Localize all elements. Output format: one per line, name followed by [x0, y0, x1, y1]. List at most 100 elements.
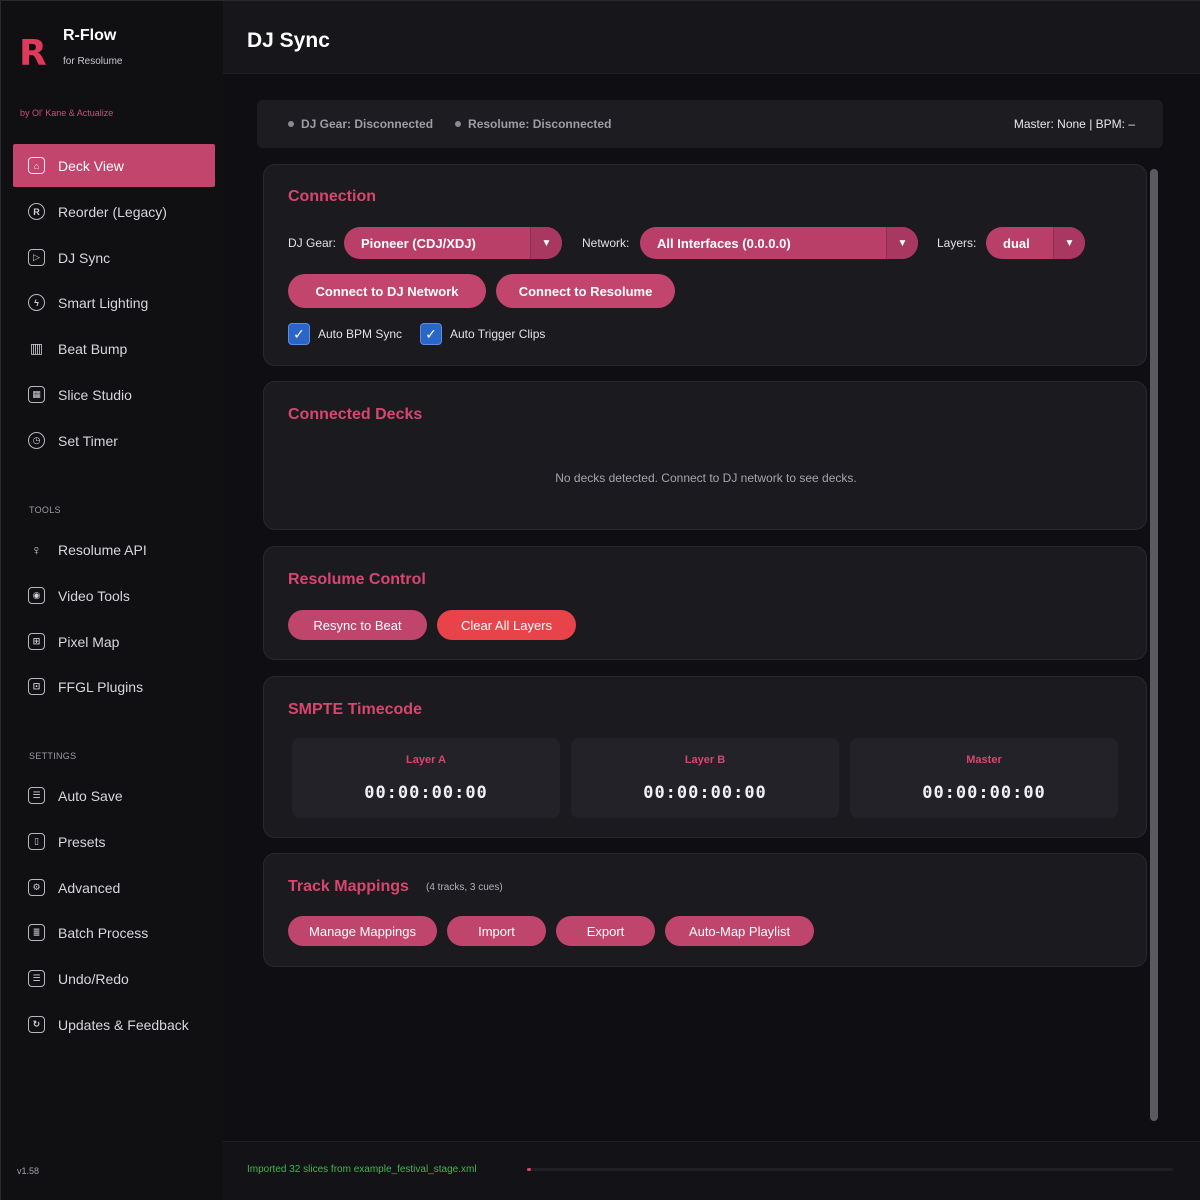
smpte-timecode-card: SMPTE Timecode Layer A 00:00:00:00 Layer… [263, 676, 1147, 838]
sidebar-item-auto-save[interactable]: ☰ Auto Save [13, 774, 215, 817]
resync-to-beat-button[interactable]: Resync to Beat [288, 610, 427, 640]
resolume-status-text: Resolume: Disconnected [468, 117, 612, 131]
sidebar-item-label: Video Tools [58, 587, 130, 604]
list-icon: ☰ [28, 970, 45, 987]
sidebar-item-label: Beat Bump [58, 340, 128, 357]
layers-select-value: dual [1003, 235, 1030, 251]
checkmark-icon: ✓ [420, 323, 442, 345]
section-label-settings: SETTINGS [29, 751, 77, 761]
sidebar-item-label: Slice Studio [58, 386, 132, 403]
timecode-label: Master [966, 754, 1002, 766]
gear-icon: ⚙ [28, 879, 45, 896]
sidebar-item-label: Resolume API [58, 541, 147, 558]
chevron-down-icon: ▼ [1053, 227, 1085, 259]
clock-icon: ◷ [28, 432, 45, 449]
auto-bpm-sync-checkbox[interactable]: ✓ Auto BPM Sync [288, 323, 402, 345]
sidebar-item-label: Batch Process [58, 924, 149, 941]
dj-gear-select[interactable]: Pioneer (CDJ/XDJ) ▼ [344, 227, 562, 259]
sidebar-item-deck-view[interactable]: ⌂ Deck View [13, 144, 215, 187]
export-button[interactable]: Export [556, 916, 655, 946]
plugin-icon: ⊡ [28, 678, 45, 695]
auto-trigger-clips-label: Auto Trigger Clips [450, 327, 546, 341]
scrollbar-thumb[interactable] [1150, 169, 1158, 1121]
footer-status-message: Imported 32 slices from example_festival… [247, 1164, 477, 1175]
sidebar-item-label: Presets [58, 833, 106, 850]
import-button[interactable]: Import [447, 916, 546, 946]
progress-bar [527, 1168, 1173, 1171]
sidebar-item-resolume-api[interactable]: ♀ Resolume API [13, 528, 215, 571]
timecode-value: 00:00:00:00 [364, 783, 488, 803]
smpte-timecode-title: SMPTE Timecode [288, 701, 422, 718]
timecode-label: Layer B [684, 754, 726, 766]
manage-mappings-button[interactable]: Manage Mappings [288, 916, 437, 946]
sidebar-item-label: DJ Sync [58, 249, 111, 266]
sidebar-item-ffgl-plugins[interactable]: ⊡ FFGL Plugins [13, 665, 215, 708]
connection-status-bar: DJ Gear: Disconnected Resolume: Disconne… [257, 100, 1163, 148]
app-subtitle: for Resolume [63, 56, 123, 67]
track-mappings-count: (4 tracks, 3 cues) [426, 882, 503, 893]
sidebar-item-set-timer[interactable]: ◷ Set Timer [13, 419, 215, 462]
timecode-label: Layer A [406, 754, 446, 766]
status-dot-icon [455, 121, 462, 127]
layers-label: Layers: [937, 236, 977, 250]
sidebar-item-label: Smart Lighting [58, 294, 149, 311]
list-icon: ☰ [28, 787, 45, 804]
sidebar-item-reorder[interactable]: R Reorder (Legacy) [13, 190, 215, 233]
dj-gear-status: DJ Gear: Disconnected [288, 117, 433, 131]
document-icon: ≣ [28, 924, 45, 941]
main-scrollbar[interactable] [1150, 169, 1158, 1121]
play-icon: ▷ [28, 249, 45, 266]
network-select[interactable]: All Interfaces (0.0.0.0) ▼ [640, 227, 918, 259]
grid-icon: ⊞ [28, 633, 45, 650]
timecode-master: Master 00:00:00:00 [850, 738, 1118, 818]
chevron-down-icon: ▼ [530, 227, 562, 259]
connection-card: Connection DJ Gear: Pioneer (CDJ/XDJ) ▼ … [263, 164, 1147, 366]
track-mappings-card: Track Mappings (4 tracks, 3 cues) Manage… [263, 853, 1147, 967]
sidebar: R R-Flow for Resolume by Ol' Kane & Actu… [1, 1, 223, 1200]
main-content: DJ Gear: Disconnected Resolume: Disconne… [223, 74, 1200, 1141]
sidebar-item-video-tools[interactable]: ◉ Video Tools [13, 574, 215, 617]
lighting-icon: ϟ [28, 294, 45, 311]
sidebar-item-beat-bump[interactable]: ▥ Beat Bump [13, 327, 215, 370]
credits-link[interactable]: by Ol' Kane & Actualize [20, 108, 113, 118]
version-label: v1.58 [17, 1166, 40, 1176]
dj-gear-status-text: DJ Gear: Disconnected [301, 117, 434, 131]
sidebar-item-advanced[interactable]: ⚙ Advanced [13, 866, 215, 909]
connect-resolume-button[interactable]: Connect to Resolume [496, 274, 675, 308]
page-title: DJ Sync [247, 29, 330, 52]
checkmark-icon: ✓ [288, 323, 310, 345]
layers-select[interactable]: dual ▼ [986, 227, 1085, 259]
connect-dj-network-button[interactable]: Connect to DJ Network [288, 274, 486, 308]
clear-all-layers-button[interactable]: Clear All Layers [437, 610, 576, 640]
bulb-icon: ♀ [31, 541, 42, 558]
master-bpm-status: Master: None | BPM: – [1013, 117, 1135, 131]
sidebar-item-label: Reorder (Legacy) [58, 203, 167, 220]
connected-decks-card: Connected Decks No decks detected. Conne… [263, 381, 1147, 530]
sidebar-item-updates-feedback[interactable]: ↻ Updates & Feedback [13, 1003, 215, 1046]
sidebar-item-presets[interactable]: ▯ Presets [13, 820, 215, 863]
sidebar-item-label: Advanced [58, 879, 121, 896]
status-footer: Imported 32 slices from example_festival… [223, 1141, 1200, 1200]
dj-gear-label: DJ Gear: [288, 236, 337, 250]
brand: R R-Flow for Resolume [19, 27, 122, 73]
progress-bar-fill [527, 1168, 531, 1171]
sidebar-item-smart-lighting[interactable]: ϟ Smart Lighting [13, 281, 215, 324]
refresh-icon: ↻ [28, 1016, 45, 1033]
resolume-control-title: Resolume Control [288, 571, 426, 588]
sidebar-item-label: Pixel Map [58, 633, 120, 650]
resolume-status: Resolume: Disconnected [455, 117, 611, 131]
timecode-layer-a: Layer A 00:00:00:00 [292, 738, 560, 818]
r-flow-logo-icon: R [19, 33, 47, 74]
sidebar-item-batch-process[interactable]: ≣ Batch Process [13, 911, 215, 954]
waveform-icon: ▥ [29, 340, 44, 356]
network-label: Network: [582, 236, 630, 250]
connected-decks-title: Connected Decks [288, 406, 423, 423]
status-dot-icon [288, 121, 294, 127]
sidebar-item-pixel-map[interactable]: ⊞ Pixel Map [13, 620, 215, 663]
auto-trigger-clips-checkbox[interactable]: ✓ Auto Trigger Clips [420, 323, 545, 345]
sidebar-item-slice-studio[interactable]: ▦ Slice Studio [13, 373, 215, 416]
sidebar-item-undo-redo[interactable]: ☰ Undo/Redo [13, 957, 215, 1000]
sidebar-item-dj-sync[interactable]: ▷ DJ Sync [13, 236, 215, 279]
sidebar-item-label: Updates & Feedback [58, 1016, 189, 1033]
auto-map-playlist-button[interactable]: Auto-Map Playlist [665, 916, 814, 946]
